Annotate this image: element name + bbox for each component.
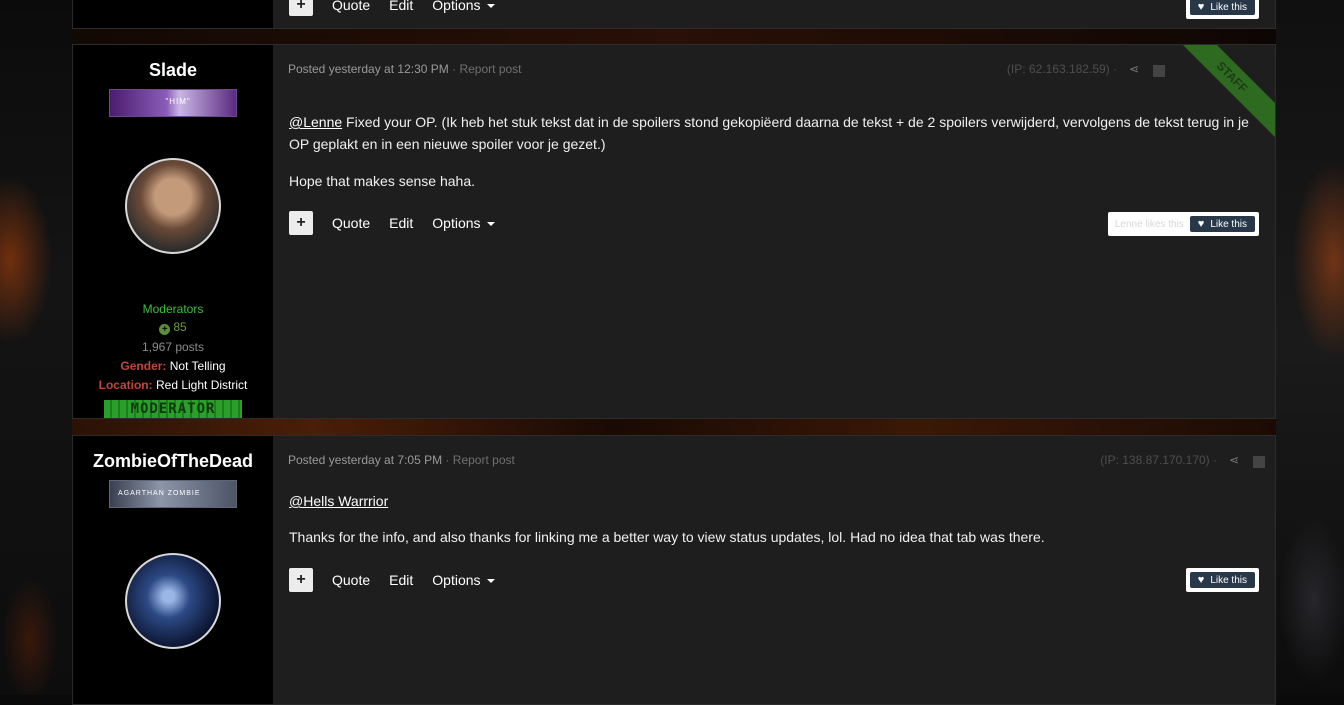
heart-icon: ♥ <box>1197 218 1205 230</box>
post-text: Fixed your OP. (Ik heb het stuk tekst da… <box>289 114 1249 152</box>
moderation-checkbox[interactable] <box>1153 65 1165 77</box>
post-text-line2: Hope that makes sense haha. <box>289 173 476 189</box>
post-text: Thanks for the info, and also thanks for… <box>289 529 1045 545</box>
post-count: 1,967 posts <box>141 340 205 354</box>
multiquote-button[interactable]: + <box>289 0 313 16</box>
background-left <box>0 0 80 695</box>
like-box: Lenne likes this ♥ Like this <box>1107 212 1259 236</box>
mention-link[interactable]: @Hells Warrrior <box>289 493 388 509</box>
posted-prefix: Posted yesterday at <box>288 453 395 467</box>
moderation-checkbox[interactable] <box>1253 456 1265 468</box>
post-controls: + Quote Edit Options <box>289 211 514 235</box>
options-label: Options <box>432 215 481 231</box>
options-button[interactable]: Options <box>432 0 495 13</box>
rank-tag: "HIM" <box>165 97 191 106</box>
reputation-plus-icon: + <box>159 324 171 335</box>
quote-button[interactable]: Quote <box>332 0 370 13</box>
edit-button[interactable]: Edit <box>389 215 413 231</box>
author-panel: ZombieOfTheDead AGARTHAN ZOMBIE <box>73 436 273 704</box>
like-button[interactable]: ♥ Like this <box>1189 0 1255 15</box>
ip-address: (IP: 138.87.170.170) · <box>1100 453 1217 467</box>
posted-prefix: Posted yesterday at <box>288 62 395 76</box>
posted-time[interactable]: 12:30 PM <box>397 62 448 76</box>
separator: · <box>452 62 457 76</box>
posted-time[interactable]: 7:05 PM <box>397 453 442 467</box>
like-button[interactable]: ♥ Like this <box>1189 216 1255 232</box>
gender-value: Not Telling <box>169 359 226 373</box>
post-controls: + Quote Edit Options <box>289 568 514 592</box>
author-panel <box>73 0 273 28</box>
like-box: ♥ Like this <box>1185 0 1259 19</box>
author-name[interactable]: ZombieOfTheDead <box>73 451 273 472</box>
options-label: Options <box>432 0 481 13</box>
share-icon[interactable]: ⋖ <box>1229 453 1239 467</box>
share-icon[interactable]: ⋖ <box>1129 62 1139 76</box>
reputation-value: 85 <box>173 320 187 334</box>
like-label: Like this <box>1210 218 1247 230</box>
post-controls: + Quote Edit Options <box>289 0 514 16</box>
post-meta: Posted yesterday at 12:30 PM · Report po… <box>288 62 522 76</box>
quote-button[interactable]: Quote <box>332 572 370 588</box>
multiquote-button[interactable]: + <box>289 568 313 592</box>
moderator-badge: MODERATOR <box>104 400 242 418</box>
avatar[interactable] <box>125 553 221 649</box>
forum-post: ZombieOfTheDead AGARTHAN ZOMBIE Posted y… <box>72 435 1276 705</box>
like-label: Like this <box>1210 574 1247 586</box>
location-field: Location: Red Light District <box>73 378 273 392</box>
previous-post: + Quote Edit Options ♥ Like this <box>72 0 1276 29</box>
background-strip <box>72 419 1276 435</box>
caret-down-icon <box>486 579 495 583</box>
quote-button[interactable]: Quote <box>332 215 370 231</box>
post-content: @Hells Warrrior Thanks for the info, and… <box>289 490 1259 548</box>
member-group: Moderators <box>142 302 204 316</box>
post-content: @Lenne Fixed your OP. (Ik heb het stuk t… <box>289 111 1259 192</box>
report-post-link[interactable]: Report post <box>453 453 515 467</box>
caret-down-icon <box>486 4 495 8</box>
post-meta: Posted yesterday at 7:05 PM · Report pos… <box>288 453 515 467</box>
ip-address: (IP: 62.163.182.59) · <box>1006 62 1117 76</box>
caret-down-icon <box>486 222 495 226</box>
forum-post: Slade "HIM" Moderators +85 1,967 posts G… <box>72 44 1276 419</box>
heart-icon: ♥ <box>1197 1 1205 13</box>
likers-text[interactable]: Lenne likes this <box>1112 219 1184 230</box>
options-button[interactable]: Options <box>432 572 495 588</box>
separator: · <box>445 453 450 467</box>
heart-icon: ♥ <box>1197 574 1205 586</box>
like-label: Like this <box>1210 1 1247 13</box>
background-right <box>1274 0 1344 695</box>
rank-image: "HIM" <box>109 89 237 117</box>
edit-button[interactable]: Edit <box>389 572 413 588</box>
location-value: Red Light District <box>155 378 248 392</box>
like-box: ♥ Like this <box>1185 568 1259 592</box>
reputation: +85 <box>73 320 273 335</box>
report-post-link[interactable]: Report post <box>459 62 521 76</box>
location-label: Location: <box>98 378 153 392</box>
avatar[interactable] <box>125 158 221 254</box>
multiquote-button[interactable]: + <box>289 211 313 235</box>
rank-tag: AGARTHAN ZOMBIE <box>118 490 201 497</box>
background-strip <box>72 29 1276 45</box>
gender-field: Gender: Not Telling <box>73 359 273 373</box>
gender-label: Gender: <box>120 359 167 373</box>
mention-link[interactable]: @Lenne <box>289 114 342 130</box>
like-button[interactable]: ♥ Like this <box>1189 572 1255 588</box>
options-label: Options <box>432 572 481 588</box>
rank-image: AGARTHAN ZOMBIE <box>109 480 237 508</box>
author-panel: Slade "HIM" Moderators +85 1,967 posts G… <box>73 45 273 418</box>
options-button[interactable]: Options <box>432 215 495 231</box>
edit-button[interactable]: Edit <box>389 0 413 13</box>
author-name[interactable]: Slade <box>73 60 273 81</box>
